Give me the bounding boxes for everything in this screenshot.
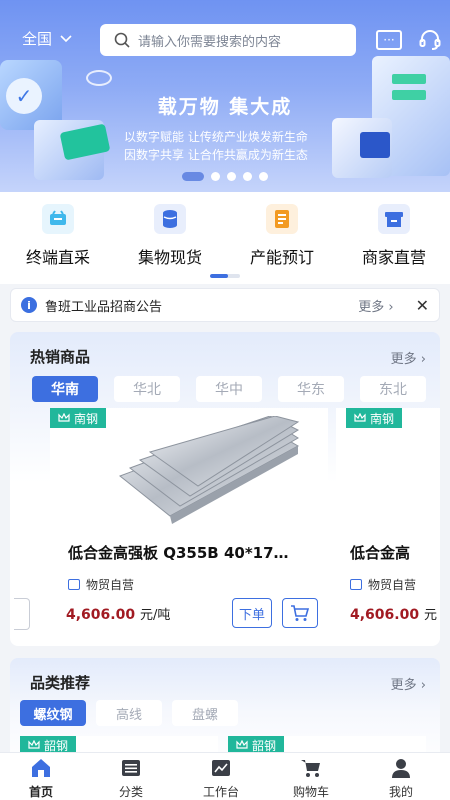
user-icon [392, 759, 410, 778]
banner-pagination [182, 172, 268, 181]
banner-dot-active[interactable] [182, 172, 204, 181]
product-name: 低合金高强板 Q355B 40*17… [68, 544, 289, 562]
nav-item-workbench[interactable]: 工作台 [176, 757, 266, 800]
product-shop: 物贸自营 [350, 576, 416, 593]
tab-north-china[interactable]: 华北 [114, 376, 180, 402]
hot-products-more-link[interactable]: 更多 › [391, 348, 426, 367]
category-tabs: 螺纹钢 高线 盘螺 [20, 700, 238, 726]
info-icon: i [21, 297, 37, 313]
region-selector[interactable]: 全国 [22, 28, 72, 49]
order-button[interactable]: 下单 [232, 598, 272, 628]
product-image-steel-plates [118, 416, 300, 524]
nav-label: 首页 [28, 785, 53, 799]
product-price: 4,606.00 元 [350, 607, 437, 623]
search-placeholder: 请输入你需要搜索的内容 [138, 34, 282, 50]
tab-central-china[interactable]: 华中 [196, 376, 262, 402]
shopping-cart-icon [291, 605, 310, 621]
banner-dot[interactable] [243, 172, 252, 181]
quick-nav-item-terminal-purchase[interactable]: 终端直采 [2, 204, 114, 268]
banner-dot[interactable] [227, 172, 236, 181]
chevron-down-icon [60, 34, 72, 42]
quick-nav-label: 商家直营 [361, 248, 426, 267]
crown-icon [354, 413, 366, 422]
product-shop: 物贸自营 [68, 576, 134, 593]
shop-icon [68, 579, 80, 590]
product-price: 4,606.00 元/吨 [66, 607, 171, 623]
nav-item-profile[interactable]: 我的 [356, 757, 446, 800]
nav-label: 分类 [118, 785, 143, 799]
top-bar: 全国 请输入你需要搜索的内容 ··· [0, 0, 450, 80]
shopping-cart-icon [301, 760, 320, 777]
notice-bar[interactable]: i 鲁班工业品招商公告 更多 › ✕ [10, 288, 440, 322]
notice-text: 鲁班工业品招商公告 [45, 299, 163, 315]
nav-label: 购物车 [292, 785, 329, 799]
cart-icon [42, 204, 74, 234]
banner-title: 载万物 集大成 [157, 96, 293, 118]
tab-coiled-rebar[interactable]: 盘螺 [172, 700, 238, 726]
bottom-nav: 首页 分类 工作台 购物车 我的 [0, 752, 450, 800]
customer-service-icon[interactable] [418, 28, 442, 52]
nav-item-home[interactable]: 首页 [0, 757, 86, 800]
shop-icon [350, 579, 362, 590]
nav-item-category[interactable]: 分类 [86, 757, 176, 800]
quick-nav-label: 产能预订 [249, 248, 314, 267]
hot-products-section: 热销商品 更多 › 华南 华北 华中 华东 东北 南钢 低合金高强板 Q355B… [10, 332, 440, 646]
quick-nav-label: 终端直采 [25, 248, 90, 267]
quick-nav-label: 集物现货 [137, 248, 202, 267]
quick-nav-item-merchant-direct[interactable]: 商家直营 [338, 204, 450, 268]
banner-dot[interactable] [211, 172, 220, 181]
search-input[interactable]: 请输入你需要搜索的内容 [100, 24, 356, 56]
product-card[interactable]: 南钢 低合金高强板 Q355B 40*17… 物贸自营 4,606.00 元/吨… [50, 408, 328, 640]
region-label: 全国 [22, 30, 53, 48]
nav-label: 工作台 [202, 785, 239, 799]
crown-icon [236, 740, 248, 749]
quick-nav-item-spot-goods[interactable]: 集物现货 [114, 204, 226, 268]
nav-item-cart[interactable]: 购物车 [266, 757, 356, 800]
section-title: 品类推荐 [30, 674, 91, 692]
cylinder-stock-icon [154, 204, 186, 234]
region-tabs: 华南 华北 华中 华东 东北 [32, 376, 426, 402]
quick-nav: 终端直采 集物现货 产能预订 商家直营 [0, 192, 450, 284]
quick-nav-scroll-indicator [210, 274, 240, 278]
quick-nav-item-capacity-booking[interactable]: 产能预订 [226, 204, 338, 268]
workbench-chart-icon [212, 760, 230, 776]
brand-tag: 南钢 [50, 408, 107, 428]
search-icon [114, 32, 130, 48]
tab-east-china[interactable]: 华东 [278, 376, 344, 402]
home-icon [32, 759, 50, 777]
category-more-link[interactable]: 更多 › [391, 674, 426, 693]
tab-rebar[interactable]: 螺纹钢 [20, 700, 86, 726]
banner-subtitle-line1: 以数字赋能 让传统产业焕发新生命 [124, 130, 308, 144]
document-order-icon [266, 204, 298, 234]
nav-label: 我的 [388, 785, 413, 799]
crown-icon [58, 413, 70, 422]
banner-dot[interactable] [259, 172, 268, 181]
close-icon[interactable]: ✕ [416, 296, 429, 315]
previous-card-edge [14, 598, 30, 630]
tab-south-china[interactable]: 华南 [32, 376, 98, 402]
section-title: 热销商品 [30, 348, 91, 366]
crown-icon [28, 740, 40, 749]
category-list-icon [122, 760, 140, 776]
brand-tag: 南钢 [346, 408, 403, 428]
banner-subtitle-line2: 因数字共享 让合作共赢成为新生态 [124, 148, 308, 162]
store-icon [378, 204, 410, 234]
product-name: 低合金高 [350, 544, 411, 562]
message-icon[interactable]: ··· [376, 30, 402, 50]
product-card[interactable]: 南钢 低合金高 物贸自营 4,606.00 元 [336, 408, 440, 640]
tab-northeast[interactable]: 东北 [360, 376, 426, 402]
add-to-cart-button[interactable] [282, 598, 318, 628]
tab-wire-rod[interactable]: 高线 [96, 700, 162, 726]
notice-more-link[interactable]: 更多 › [358, 296, 393, 315]
